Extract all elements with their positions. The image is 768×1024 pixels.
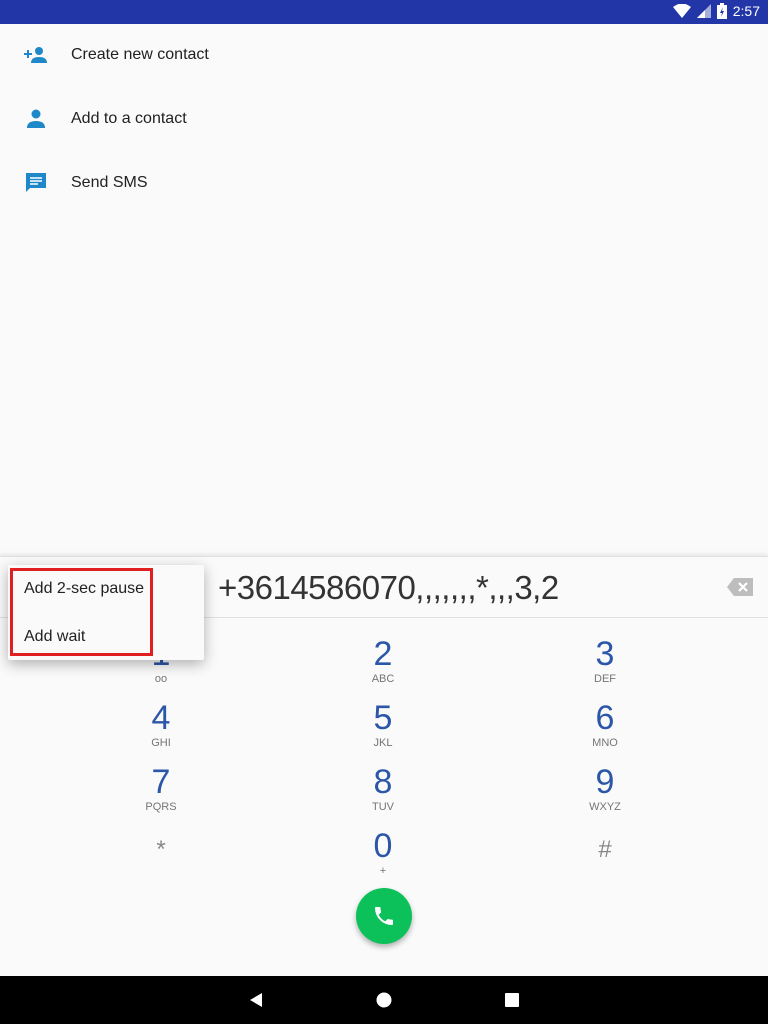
voicemail-icon: oo — [154, 673, 168, 685]
home-icon[interactable] — [376, 992, 392, 1008]
create-new-contact-action[interactable]: Create new contact — [0, 23, 768, 87]
person-icon — [24, 107, 48, 131]
highlight-box — [10, 568, 153, 656]
action-label: Add to a contact — [71, 110, 187, 127]
dialpad-key-2[interactable]: 2 ABC — [323, 636, 443, 686]
key-letters: MNO — [592, 737, 618, 749]
dialpad-key-pound[interactable]: # — [545, 828, 665, 868]
key-digit: 3 — [595, 635, 615, 673]
signal-icon — [696, 4, 711, 18]
key-letters: TUV — [372, 801, 394, 813]
key-digit: 4 — [151, 699, 171, 737]
key-letters: + — [379, 865, 387, 877]
dialpad-key-3[interactable]: 3 DEF — [545, 636, 665, 686]
key-digit: 7 — [151, 763, 171, 801]
send-sms-action[interactable]: Send SMS — [0, 151, 768, 215]
dialpad-key-star[interactable]: * — [101, 828, 221, 868]
person-add-icon — [24, 43, 48, 67]
key-digit: 8 — [373, 763, 393, 801]
dialpad-key-9[interactable]: 9 WXYZ — [545, 764, 665, 814]
key-letters: PQRS — [145, 801, 177, 813]
key-letters: JKL — [373, 737, 393, 749]
battery-charging-icon — [716, 3, 727, 19]
key-letters: GHI — [151, 737, 171, 749]
recents-icon[interactable] — [505, 993, 519, 1007]
add-to-contact-action[interactable]: Add to a contact — [0, 87, 768, 151]
key-digit: 9 — [595, 763, 615, 801]
dialpad-key-0[interactable]: 0 + — [323, 828, 443, 878]
dialed-number-field[interactable]: +3614586070,,,,,,,*,,,3,2 — [218, 569, 559, 607]
key-digit: 0 — [373, 827, 393, 865]
key-digit: 2 — [373, 635, 393, 673]
key-digit: 5 — [373, 699, 393, 737]
status-bar: 2:57 — [0, 0, 768, 24]
dialpad-key-6[interactable]: 6 MNO — [545, 700, 665, 750]
message-icon — [24, 171, 48, 195]
dialpad-key-4[interactable]: 4 GHI — [101, 700, 221, 750]
key-digit: * — [156, 836, 166, 863]
dialpad-key-8[interactable]: 8 TUV — [323, 764, 443, 814]
key-digit: 6 — [595, 699, 615, 737]
wifi-icon — [672, 4, 691, 18]
phone-icon — [375, 907, 393, 925]
action-label: Send SMS — [71, 174, 148, 191]
call-button[interactable] — [356, 888, 412, 944]
dialpad-key-5[interactable]: 5 JKL — [323, 700, 443, 750]
key-letters: DEF — [594, 673, 616, 685]
backspace-icon[interactable] — [727, 578, 753, 596]
dialpad-key-7[interactable]: 7 PQRS — [101, 764, 221, 814]
status-time: 2:57 — [732, 3, 760, 19]
navigation-bar — [0, 976, 768, 1024]
key-digit: # — [598, 836, 612, 863]
action-label: Create new contact — [71, 46, 209, 63]
back-icon[interactable] — [248, 992, 264, 1008]
key-letters: ABC — [371, 673, 395, 685]
key-letters: WXYZ — [589, 801, 621, 813]
